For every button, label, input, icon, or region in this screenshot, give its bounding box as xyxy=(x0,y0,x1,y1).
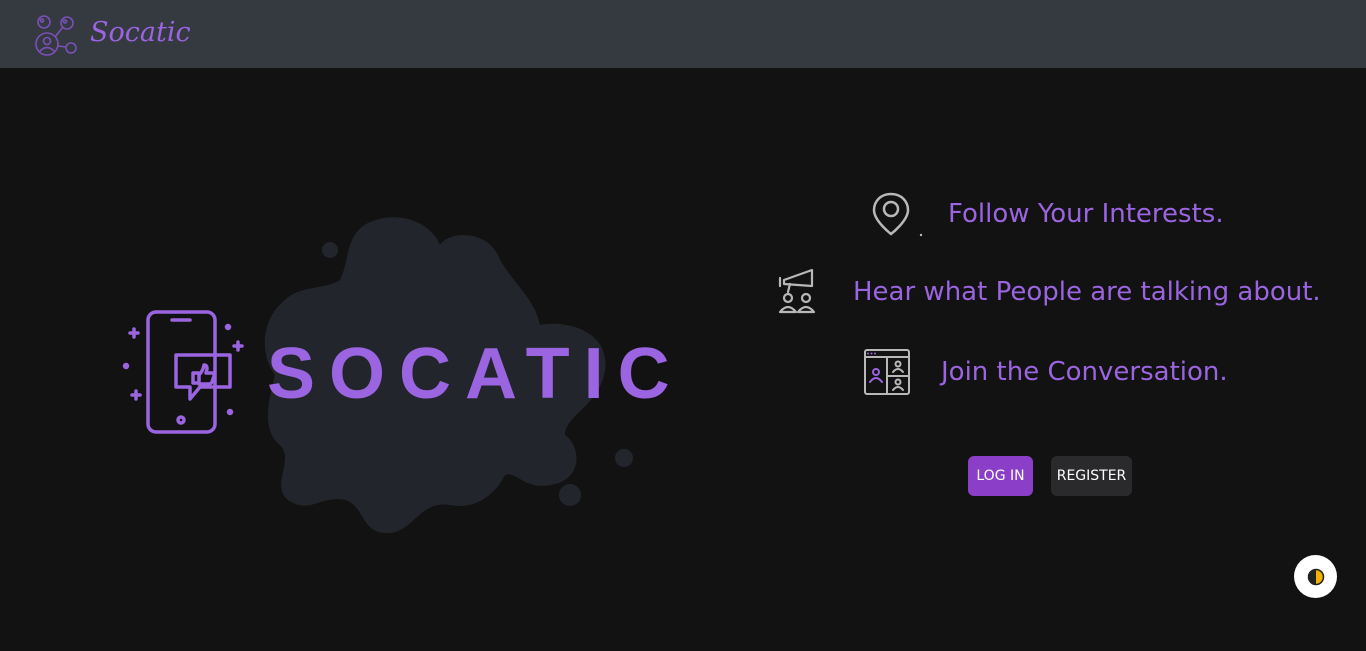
feature-join-conversation: Join the Conversation. xyxy=(863,348,1228,396)
map-pin-icon xyxy=(872,192,923,237)
brand-link[interactable]: Socatic xyxy=(30,10,191,62)
social-network-icon xyxy=(35,15,77,56)
login-button[interactable]: LOG IN xyxy=(968,456,1033,496)
register-button[interactable]: REGISTER xyxy=(1051,456,1132,496)
contrast-icon xyxy=(1307,568,1324,585)
feature-hear-people: Hear what People are talking about. xyxy=(776,266,1321,318)
phone-thumbs-up-icon xyxy=(122,310,244,434)
feature-text: Hear what People are talking about. xyxy=(853,277,1321,307)
brand-name: Socatic xyxy=(90,16,191,48)
theme-toggle-button[interactable] xyxy=(1294,555,1337,598)
hero-logo-text: SOCATIC xyxy=(267,334,684,414)
feature-text: Follow Your Interests. xyxy=(948,199,1224,229)
hero-logo: SOCATIC xyxy=(122,217,684,534)
feature-text: Join the Conversation. xyxy=(941,357,1228,387)
navbar: Socatic xyxy=(0,0,1366,68)
video-call-icon xyxy=(864,349,910,395)
megaphone-people-icon xyxy=(778,268,816,314)
feature-follow-interests: Follow Your Interests. xyxy=(868,190,1224,238)
